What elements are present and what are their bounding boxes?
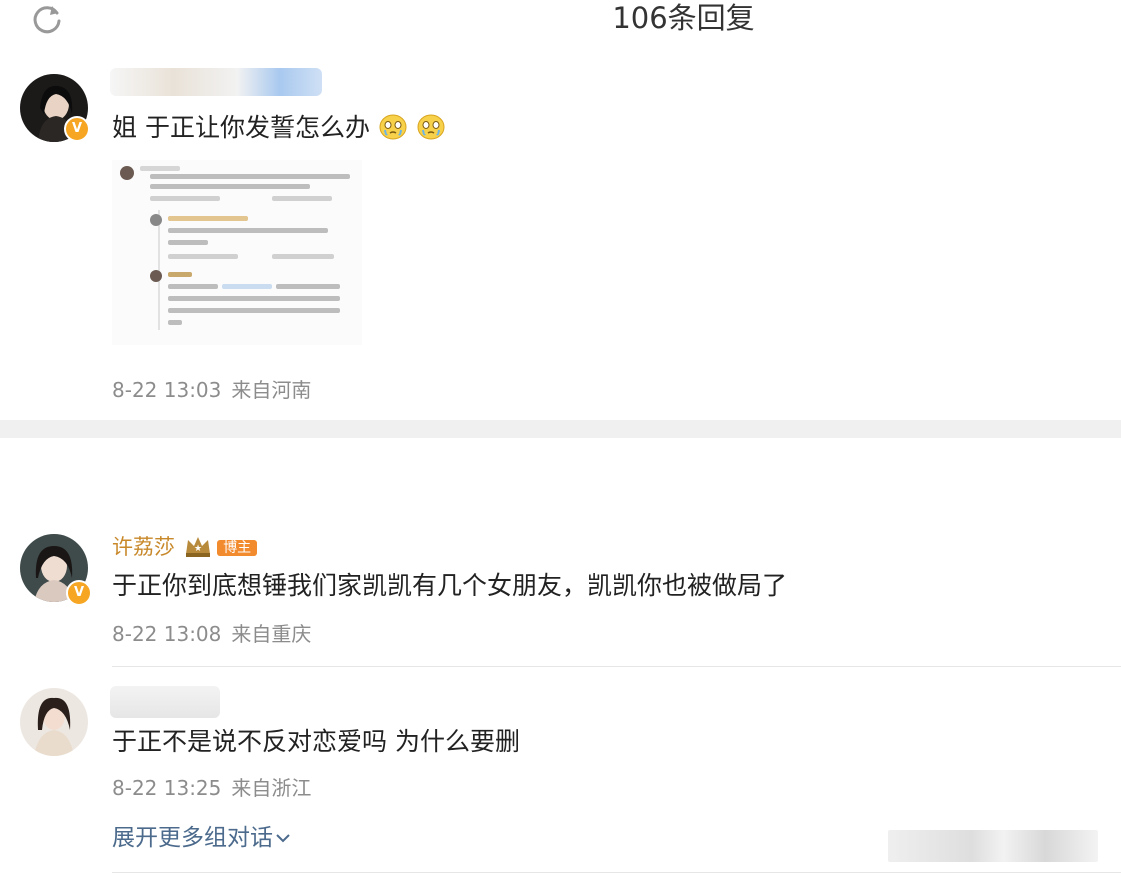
comment-meta: 8-22 13:08 来自重庆 <box>112 620 321 648</box>
comment-2: V 许荔莎 ★ 博主 于正你到底想锤我们家凯凯有几个女朋友，凯凯你也被做局了 8… <box>0 520 1121 660</box>
comment-meta: 8-22 13:25 来自浙江 <box>112 774 321 802</box>
comment-meta: 8-22 13:03 来自河南 <box>112 376 321 404</box>
crying-face-icon <box>417 114 445 140</box>
mini-avatar <box>150 214 162 226</box>
comment-3: 于正不是说不反对恋爱吗 为什么要删 8-22 13:25 来自浙江 <box>0 676 1121 816</box>
username[interactable]: 许荔莎 <box>112 535 175 559</box>
comment-location: 来自浙江 <box>231 776 312 800</box>
crown-icon: ★ <box>186 537 211 557</box>
comment-header: 许荔莎 ★ 博主 <box>112 532 258 562</box>
comment-location: 来自重庆 <box>231 622 312 646</box>
page-title: 106条回复 <box>612 1 755 35</box>
comment-text: 于正你到底想锤我们家凯凯有几个女朋友，凯凯你也被做局了 <box>112 571 788 600</box>
comment-date: 8-22 13:25 <box>112 776 222 800</box>
crying-face-icon <box>379 114 407 140</box>
comment-text: 于正不是说不反对恋爱吗 为什么要删 <box>112 727 520 756</box>
mini-avatar <box>120 166 134 180</box>
username-blurred[interactable] <box>110 686 220 718</box>
comment-separator <box>112 666 1121 667</box>
comment-date: 8-22 13:03 <box>112 378 222 402</box>
chevron-down-icon <box>276 834 290 843</box>
avatar[interactable] <box>20 688 88 756</box>
comment-text: 姐 于正让你发誓怎么办 <box>112 110 446 146</box>
watermark <box>888 830 1098 862</box>
comment-date: 8-22 13:08 <box>112 622 222 646</box>
expand-more-link[interactable]: 展开更多组对话 <box>112 822 291 854</box>
blogger-badge: 博主 <box>217 540 258 556</box>
comment-location: 来自河南 <box>231 378 312 402</box>
embedded-screenshot[interactable] <box>112 160 362 345</box>
verified-badge-icon: V <box>64 116 90 142</box>
username-blurred[interactable] <box>110 68 322 96</box>
verified-badge-icon: V <box>66 580 92 606</box>
mini-avatar <box>150 270 162 282</box>
svg-text:★: ★ <box>194 544 202 554</box>
comment-separator <box>112 872 1121 873</box>
section-divider <box>0 420 1121 438</box>
